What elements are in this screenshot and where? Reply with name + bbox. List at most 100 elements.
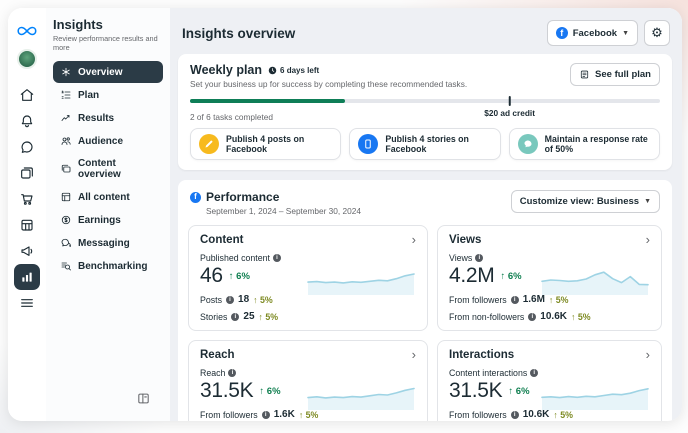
sidebar-item-label: Results xyxy=(78,112,115,124)
subrow-value: 25 xyxy=(243,311,255,322)
sidebar-item-label: Messaging xyxy=(78,237,130,249)
sidebar-item-overview[interactable]: Overview xyxy=(53,61,163,83)
metric-card-reach[interactable]: Reach › Reach i 31.5K ↑ 6% From followers… xyxy=(188,340,428,421)
weekly-plan-card: Weekly plan 6 days left Set your busines… xyxy=(178,54,672,170)
subrow-change: ↑ 5% xyxy=(253,294,273,305)
sidebar-item-label: Plan xyxy=(78,89,100,101)
subrow-value: 1.6K xyxy=(273,409,295,420)
sidebar-item-audience[interactable]: Audience xyxy=(53,130,163,152)
rail-button-home[interactable] xyxy=(14,82,40,108)
card-title: Views xyxy=(449,234,482,246)
results-icon xyxy=(60,112,72,124)
menu-icon xyxy=(19,295,35,311)
info-icon[interactable]: i xyxy=(231,312,240,321)
subrow-change: ↑ 5% xyxy=(570,311,591,322)
chevron-down-icon: ▼ xyxy=(644,198,651,205)
page-avatar[interactable] xyxy=(17,49,37,69)
sidebar-item-all-content[interactable]: All content xyxy=(53,186,163,208)
metric-card-views[interactable]: Views › Views i 4.2M ↑ 6% From followers … xyxy=(437,225,662,331)
rail-button-commerce[interactable] xyxy=(14,186,40,212)
all-content-icon xyxy=(60,191,72,203)
sidebar-item-results[interactable]: Results xyxy=(53,107,163,129)
metric-value: 31.5K xyxy=(449,379,503,402)
bell-icon xyxy=(19,113,35,129)
sparkline-chart xyxy=(307,387,415,410)
performance-title: Performance xyxy=(206,190,280,204)
sidebar-item-label: Content overview xyxy=(78,158,121,180)
info-icon[interactable]: i xyxy=(510,410,519,419)
chat-icon xyxy=(19,139,35,155)
card-title: Reach xyxy=(200,349,235,361)
settings-button[interactable]: ⚙ xyxy=(644,20,670,46)
sidebar-title: Insights xyxy=(53,17,103,32)
account-selector-label: Facebook xyxy=(572,27,618,39)
cart-icon xyxy=(19,191,35,207)
sidebar-item-benchmarking[interactable]: Benchmarking xyxy=(53,255,163,277)
rail-button-content[interactable] xyxy=(14,160,40,186)
progress-track xyxy=(190,96,660,106)
info-icon[interactable]: i xyxy=(261,410,270,419)
metric-label: Content interactions xyxy=(449,368,528,378)
info-icon[interactable]: i xyxy=(528,312,537,321)
metric-card-content[interactable]: Content › Published content i 46 ↑ 6% Pos… xyxy=(188,225,428,331)
page-header: Insights overview f Facebook ▼ ⚙ xyxy=(178,18,672,54)
app-window: Insights Review performance results and … xyxy=(8,8,682,421)
subrow-change: ↑ 5% xyxy=(258,311,279,322)
chevron-right-icon: › xyxy=(645,347,650,362)
sidebar-item-content-overview[interactable]: Content overview xyxy=(53,153,163,185)
chat-response-icon xyxy=(517,134,538,154)
plan-icon xyxy=(60,89,72,101)
weekly-plan-tasks: Publish 4 posts on Facebook Publish 4 st… xyxy=(190,128,660,160)
task-label: Publish 4 posts on Facebook xyxy=(226,134,305,154)
sidebar-item-label: Overview xyxy=(78,66,123,78)
sparkline-chart xyxy=(541,271,649,295)
sidebar-item-messaging[interactable]: Messaging xyxy=(53,232,163,254)
subrow-label: From followers xyxy=(449,294,507,305)
metric-subrow: From non-followers i 10.6K ↑ 5% xyxy=(449,311,650,322)
rail-button-insights[interactable] xyxy=(14,264,40,290)
metric-card-interactions[interactable]: Interactions › Content interactions i 31.… xyxy=(437,340,662,421)
sparkline-chart xyxy=(541,388,649,410)
chevron-down-icon: ▼ xyxy=(622,29,629,37)
info-icon[interactable]: i xyxy=(272,254,281,262)
sidebar-item-label: All content xyxy=(78,191,130,203)
main-content: Insights overview f Facebook ▼ ⚙ Weekly … xyxy=(170,8,682,421)
metric-change: ↑ 6% xyxy=(228,270,250,282)
metric-change: ↑ 6% xyxy=(508,385,530,397)
subrow-change: ↑ 5% xyxy=(298,409,319,420)
performance-panel: f Performance September 1, 2024 – Septem… xyxy=(178,180,672,421)
meta-logo-icon[interactable] xyxy=(14,18,40,44)
card-title: Content xyxy=(200,234,244,246)
days-left-badge: 6 days left xyxy=(268,66,319,75)
overview-icon xyxy=(60,66,72,78)
rail-button-planner[interactable] xyxy=(14,212,40,238)
rail-button-inbox[interactable] xyxy=(14,134,40,160)
rail-button-notifications[interactable] xyxy=(14,108,40,134)
rail-button-ads[interactable] xyxy=(14,238,40,264)
task-card-maintain-a-response-rate-of-50-[interactable]: Maintain a response rate of 50% xyxy=(508,128,660,160)
sidebar-item-plan[interactable]: Plan xyxy=(53,84,163,106)
task-card-publish-4-posts-on-facebook[interactable]: Publish 4 posts on Facebook xyxy=(190,128,342,160)
home-icon xyxy=(19,87,35,103)
rail-items xyxy=(14,82,40,316)
metric-cards-grid: Content › Published content i 46 ↑ 6% Pos… xyxy=(188,225,662,421)
info-icon[interactable]: i xyxy=(228,369,237,377)
task-label: Maintain a response rate of 50% xyxy=(544,134,648,154)
card-title: Interactions xyxy=(449,349,515,361)
progress-text: 2 of 6 tasks completed xyxy=(190,112,274,122)
customize-view-button[interactable]: Customize view: Business ▼ xyxy=(510,190,660,213)
megaphone-icon xyxy=(19,243,35,259)
account-selector-button[interactable]: f Facebook ▼ xyxy=(546,20,638,46)
metric-value: 4.2M xyxy=(449,264,495,287)
info-icon[interactable]: i xyxy=(226,295,235,304)
info-icon[interactable]: i xyxy=(530,369,539,377)
metric-change: ↑ 6% xyxy=(500,270,522,282)
task-card-publish-4-stories-on-facebook[interactable]: Publish 4 stories on Facebook xyxy=(349,128,501,160)
rail-button-all-tools[interactable] xyxy=(14,290,40,316)
collapse-sidebar-icon[interactable] xyxy=(136,391,154,409)
info-icon[interactable]: i xyxy=(475,254,484,262)
gear-icon: ⚙ xyxy=(651,25,663,40)
info-icon[interactable]: i xyxy=(510,295,519,304)
sidebar-item-earnings[interactable]: Earnings xyxy=(53,209,163,231)
see-full-plan-button[interactable]: See full plan xyxy=(570,63,660,86)
